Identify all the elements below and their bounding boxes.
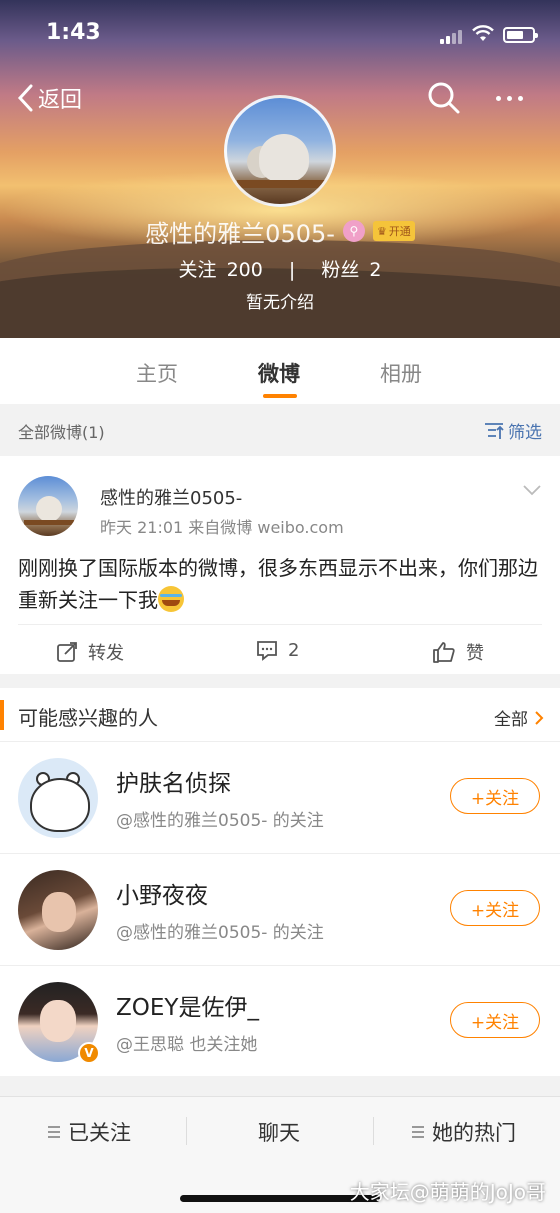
verified-badge-icon: V — [78, 1042, 100, 1064]
back-button[interactable]: 返回 — [16, 80, 82, 116]
chat-button[interactable]: 聊天 — [258, 1117, 300, 1147]
person-name[interactable]: ZOEY是佐伊_ — [116, 988, 259, 1022]
filter-button[interactable]: 筛选 — [484, 418, 542, 443]
battery-icon — [503, 27, 538, 43]
recommend-all-link[interactable]: 全部 — [494, 705, 544, 730]
profile-header: 1:43 返回 感性的雅兰0505- ⚲ ♛ 开通 关注 200 | 粉丝 2 暂… — [0, 0, 560, 338]
laugh-cry-emoji-icon — [158, 586, 184, 612]
vip-badge[interactable]: ♛ 开通 — [372, 221, 415, 241]
person-name[interactable]: 小野夜夜 — [116, 876, 208, 910]
person-subtitle: @感性的雅兰0505- 的关注 — [116, 811, 324, 831]
post-author[interactable]: 感性的雅兰0505- — [100, 484, 242, 510]
profile-tabs: 主页 微博 相册 — [0, 338, 560, 404]
person-subtitle: @感性的雅兰0505- 的关注 — [116, 923, 324, 943]
menu-icon — [48, 1126, 60, 1138]
repost-icon — [57, 642, 77, 662]
avatar[interactable] — [224, 95, 336, 207]
post-actions: 转发 2 赞 — [18, 624, 542, 674]
tab-album[interactable]: 相册 — [380, 358, 422, 388]
recommend-title: 可能感兴趣的人 — [18, 706, 158, 730]
post-meta: 昨天 21:01 来自微博 weibo.com — [100, 518, 344, 537]
chevron-down-icon[interactable] — [522, 480, 542, 500]
menu-icon — [412, 1126, 424, 1138]
following-link[interactable]: 关注 200 — [179, 259, 263, 281]
tab-indicator — [263, 394, 297, 398]
profile-name-row: 感性的雅兰0505- ⚲ ♛ 开通 — [0, 214, 560, 248]
chevron-right-icon — [535, 710, 544, 725]
followed-button[interactable]: 已关注 — [48, 1117, 131, 1147]
post-text: 刚刚换了国际版本的微博，很多东西显示不出来，你们那边重新关注一下我 — [18, 556, 538, 612]
recommend-header: 可能感兴趣的人 全部 — [0, 688, 560, 742]
post-card[interactable]: 感性的雅兰0505- 昨天 21:01 来自微博 weibo.com 刚刚换了国… — [0, 456, 560, 674]
tab-home[interactable]: 主页 — [136, 358, 178, 388]
search-badge-icon[interactable]: ⚲ — [342, 220, 365, 242]
followers-link[interactable]: 粉丝 2 — [321, 259, 381, 281]
recommend-section: 可能感兴趣的人 全部 护肤名侦探 @感性的雅兰0505- 的关注 +关注 小野夜… — [0, 688, 560, 1076]
repost-button[interactable]: 转发 — [56, 639, 124, 665]
wifi-icon — [472, 25, 494, 41]
list-item[interactable]: 护肤名侦探 @感性的雅兰0505- 的关注 +关注 — [0, 742, 560, 854]
profile-name: 感性的雅兰0505- — [145, 219, 335, 248]
person-subtitle: @王思聪 也关注她 — [116, 1035, 258, 1055]
search-icon[interactable] — [426, 80, 462, 116]
status-bar: 1:43 — [0, 18, 560, 52]
comment-icon — [257, 641, 277, 661]
signal-icon — [440, 28, 466, 44]
filter-bar: 全部微博(1) 筛选 — [0, 404, 560, 454]
like-button[interactable]: 赞 — [432, 639, 484, 665]
chevron-left-icon — [17, 84, 33, 112]
post-avatar[interactable] — [18, 476, 78, 536]
all-posts-label: 全部微博(1) — [18, 423, 105, 442]
avatar[interactable] — [18, 758, 98, 838]
status-time: 1:43 — [46, 20, 101, 45]
follow-button[interactable]: +关注 — [450, 778, 540, 814]
hot-posts-button[interactable]: 她的热门 — [412, 1117, 516, 1147]
more-icon[interactable] — [496, 88, 536, 108]
tab-weibo[interactable]: 微博 — [258, 358, 300, 388]
comment-button[interactable]: 2 — [256, 639, 299, 661]
list-item[interactable]: 小野夜夜 @感性的雅兰0505- 的关注 +关注 — [0, 854, 560, 966]
list-item[interactable]: V ZOEY是佐伊_ @王思聪 也关注她 +关注 — [0, 966, 560, 1078]
follow-button[interactable]: +关注 — [450, 1002, 540, 1038]
thumbs-up-icon — [433, 642, 455, 663]
crown-icon: ♛ — [376, 224, 387, 238]
watermark: 大家坛@萌萌的JoJo哥 — [349, 1180, 546, 1204]
filter-icon — [485, 422, 504, 439]
follow-button[interactable]: +关注 — [450, 890, 540, 926]
avatar[interactable] — [18, 870, 98, 950]
follow-stats: 关注 200 | 粉丝 2 — [178, 259, 382, 281]
back-label: 返回 — [38, 88, 83, 113]
person-name[interactable]: 护肤名侦探 — [116, 764, 231, 798]
profile-bio: 暂无介绍 — [246, 293, 314, 313]
